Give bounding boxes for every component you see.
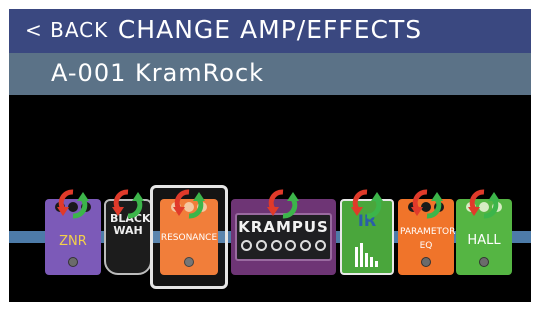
page-title: CHANGE AMP/EFFECTS (117, 15, 423, 44)
swap-arrows-icon[interactable] (55, 187, 91, 221)
swap-arrows-icon[interactable] (409, 187, 445, 221)
effect-label-znr: ZNR (59, 234, 87, 249)
effect-label-hall: HALL (467, 233, 501, 248)
effect-label-parametoric-eq: PARAMETORIC EQ (400, 227, 465, 251)
bar-graph-icon (355, 243, 378, 267)
header-bar: < BACK CHANGE AMP/EFFECTS (9, 9, 531, 53)
footswitch-icon (68, 257, 78, 267)
swap-arrows-icon[interactable] (265, 187, 301, 221)
swap-arrows-icon[interactable] (110, 187, 146, 221)
footswitch-icon (421, 257, 431, 267)
patch-name: A-001 KramRock (51, 59, 265, 87)
swap-arrows-icon[interactable] (171, 187, 207, 221)
swap-arrows-icon[interactable] (349, 187, 385, 221)
footswitch-icon (479, 257, 489, 267)
patch-bar: A-001 KramRock (9, 53, 531, 95)
krampus-knob-row (241, 240, 326, 252)
swap-arrows-icon[interactable] (466, 187, 502, 221)
amp-effects-screen: < BACK CHANGE AMP/EFFECTS A-001 KramRock… (9, 9, 531, 302)
